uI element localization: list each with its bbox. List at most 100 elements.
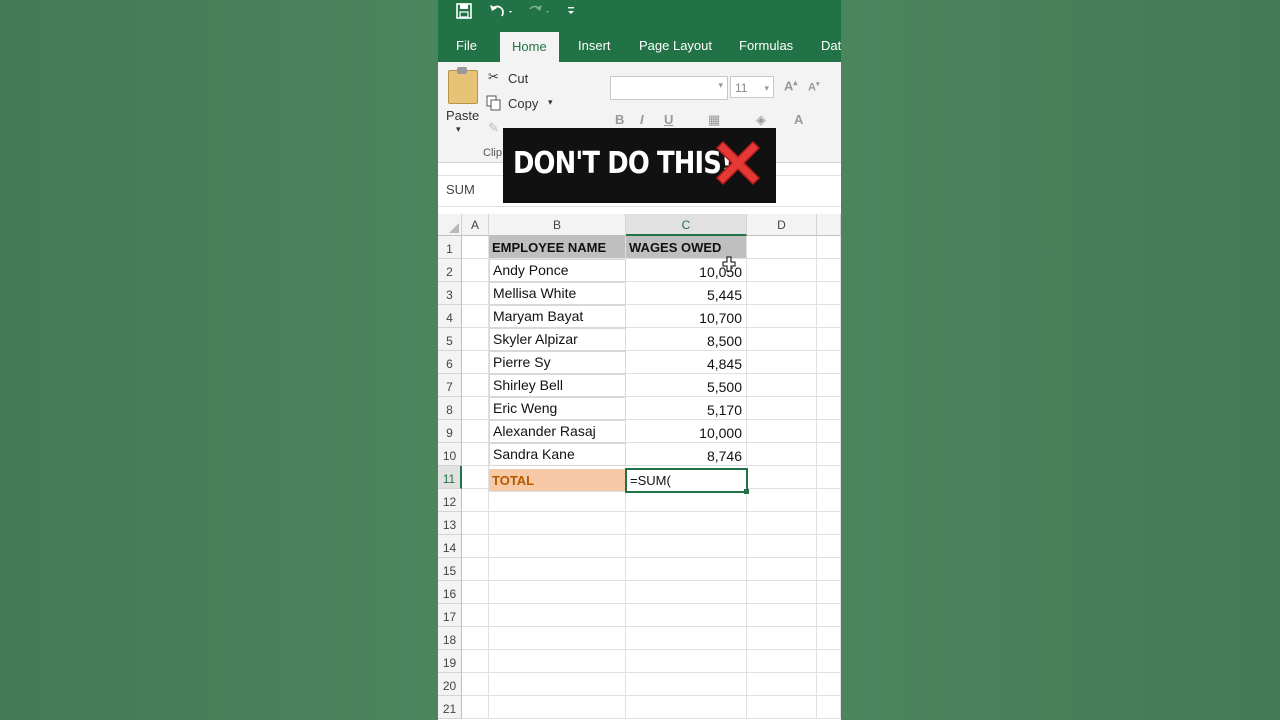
row-header-9[interactable]: 9 <box>438 420 462 443</box>
increase-font-icon[interactable]: A▴ <box>784 78 797 93</box>
italic-button[interactable]: I <box>640 112 644 127</box>
empty-cell[interactable] <box>489 604 626 627</box>
tab-insert[interactable]: Insert <box>566 30 623 62</box>
row-header-19[interactable]: 19 <box>438 650 462 673</box>
wage-cell[interactable]: 8,500 <box>626 328 747 351</box>
empty-cell[interactable] <box>462 328 489 351</box>
tab-page-layout[interactable]: Page Layout <box>627 30 724 62</box>
undo-icon[interactable] <box>488 3 514 24</box>
font-size-select[interactable]: 11 ▾ <box>730 76 774 98</box>
row-header-14[interactable]: 14 <box>438 535 462 558</box>
empty-cell[interactable] <box>489 581 626 604</box>
empty-cell[interactable] <box>817 604 841 627</box>
tab-home[interactable]: Home <box>500 32 559 62</box>
fill-handle[interactable] <box>744 489 749 494</box>
empty-cell[interactable] <box>462 650 489 673</box>
row-header-7[interactable]: 7 <box>438 374 462 397</box>
row-header-10[interactable]: 10 <box>438 443 462 466</box>
font-color-icon[interactable]: A <box>794 112 803 127</box>
font-name-select[interactable]: ▾ <box>610 76 728 100</box>
empty-cell[interactable] <box>817 282 841 305</box>
row-header-8[interactable]: 8 <box>438 397 462 420</box>
empty-cell[interactable] <box>817 581 841 604</box>
empty-cell[interactable] <box>462 236 489 259</box>
empty-cell[interactable] <box>462 558 489 581</box>
empty-cell[interactable] <box>747 351 817 374</box>
row-header-18[interactable]: 18 <box>438 627 462 650</box>
empty-cell[interactable] <box>489 535 626 558</box>
empty-cell[interactable] <box>462 305 489 328</box>
empty-cell[interactable] <box>817 236 841 259</box>
total-label-cell[interactable]: TOTAL <box>489 469 626 492</box>
employee-name-cell[interactable]: Maryam Bayat <box>489 305 626 328</box>
wage-cell[interactable]: 5,500 <box>626 374 747 397</box>
wage-cell[interactable]: 5,170 <box>626 397 747 420</box>
empty-cell[interactable] <box>817 627 841 650</box>
empty-cell[interactable] <box>626 581 747 604</box>
column-header-c[interactable]: C <box>626 214 747 236</box>
empty-cell[interactable] <box>489 627 626 650</box>
column-header-b[interactable]: B <box>489 214 626 236</box>
empty-cell[interactable] <box>462 351 489 374</box>
empty-cell[interactable] <box>462 466 489 489</box>
empty-cell[interactable] <box>489 673 626 696</box>
empty-cell[interactable] <box>817 673 841 696</box>
empty-cell[interactable] <box>462 535 489 558</box>
empty-cell[interactable] <box>626 627 747 650</box>
empty-cell[interactable] <box>462 259 489 282</box>
empty-cell[interactable] <box>817 305 841 328</box>
empty-cell[interactable] <box>626 512 747 535</box>
empty-cell[interactable] <box>747 328 817 351</box>
header-employee-name[interactable]: EMPLOYEE NAME <box>489 236 626 259</box>
empty-cell[interactable] <box>747 604 817 627</box>
tab-file[interactable]: File <box>444 30 489 62</box>
empty-cell[interactable] <box>489 489 626 512</box>
empty-cell[interactable] <box>462 282 489 305</box>
empty-cell[interactable] <box>747 397 817 420</box>
column-header-a[interactable]: A <box>462 214 489 236</box>
row-header-2[interactable]: 2 <box>438 259 462 282</box>
empty-cell[interactable] <box>747 581 817 604</box>
empty-cell[interactable] <box>817 351 841 374</box>
empty-cell[interactable] <box>462 397 489 420</box>
empty-cell[interactable] <box>747 282 817 305</box>
empty-cell[interactable] <box>747 489 817 512</box>
empty-cell[interactable] <box>747 259 817 282</box>
empty-cell[interactable] <box>462 604 489 627</box>
empty-cell[interactable] <box>489 696 626 719</box>
column-header-e[interactable] <box>817 214 841 236</box>
empty-cell[interactable] <box>817 397 841 420</box>
empty-cell[interactable] <box>462 512 489 535</box>
row-header-6[interactable]: 6 <box>438 351 462 374</box>
empty-cell[interactable] <box>747 236 817 259</box>
row-header-17[interactable]: 17 <box>438 604 462 627</box>
empty-cell[interactable] <box>817 443 841 466</box>
employee-name-cell[interactable]: Sandra Kane <box>489 443 626 466</box>
borders-icon[interactable]: ▦ <box>708 112 720 128</box>
empty-cell[interactable] <box>747 466 817 489</box>
empty-cell[interactable] <box>626 535 747 558</box>
employee-name-cell[interactable]: Mellisa White <box>489 282 626 305</box>
row-header-5[interactable]: 5 <box>438 328 462 351</box>
employee-name-cell[interactable]: Eric Weng <box>489 397 626 420</box>
tab-data[interactable]: Dat <box>809 30 841 62</box>
empty-cell[interactable] <box>462 374 489 397</box>
empty-cell[interactable] <box>817 259 841 282</box>
wage-cell[interactable]: 10,000 <box>626 420 747 443</box>
row-header-15[interactable]: 15 <box>438 558 462 581</box>
empty-cell[interactable] <box>817 650 841 673</box>
empty-cell[interactable] <box>747 420 817 443</box>
empty-cell[interactable] <box>626 696 747 719</box>
column-header-d[interactable]: D <box>747 214 817 236</box>
empty-cell[interactable] <box>462 627 489 650</box>
underline-button[interactable]: U <box>664 112 673 127</box>
row-header-16[interactable]: 16 <box>438 581 462 604</box>
fill-color-icon[interactable]: ◈ <box>756 112 766 128</box>
row-header-11[interactable]: 11 <box>438 466 462 489</box>
wage-cell[interactable]: 8,746 <box>626 443 747 466</box>
empty-cell[interactable] <box>462 673 489 696</box>
empty-cell[interactable] <box>489 650 626 673</box>
bold-button[interactable]: B <box>615 112 624 127</box>
row-header-13[interactable]: 13 <box>438 512 462 535</box>
decrease-font-icon[interactable]: A▾ <box>808 80 819 94</box>
